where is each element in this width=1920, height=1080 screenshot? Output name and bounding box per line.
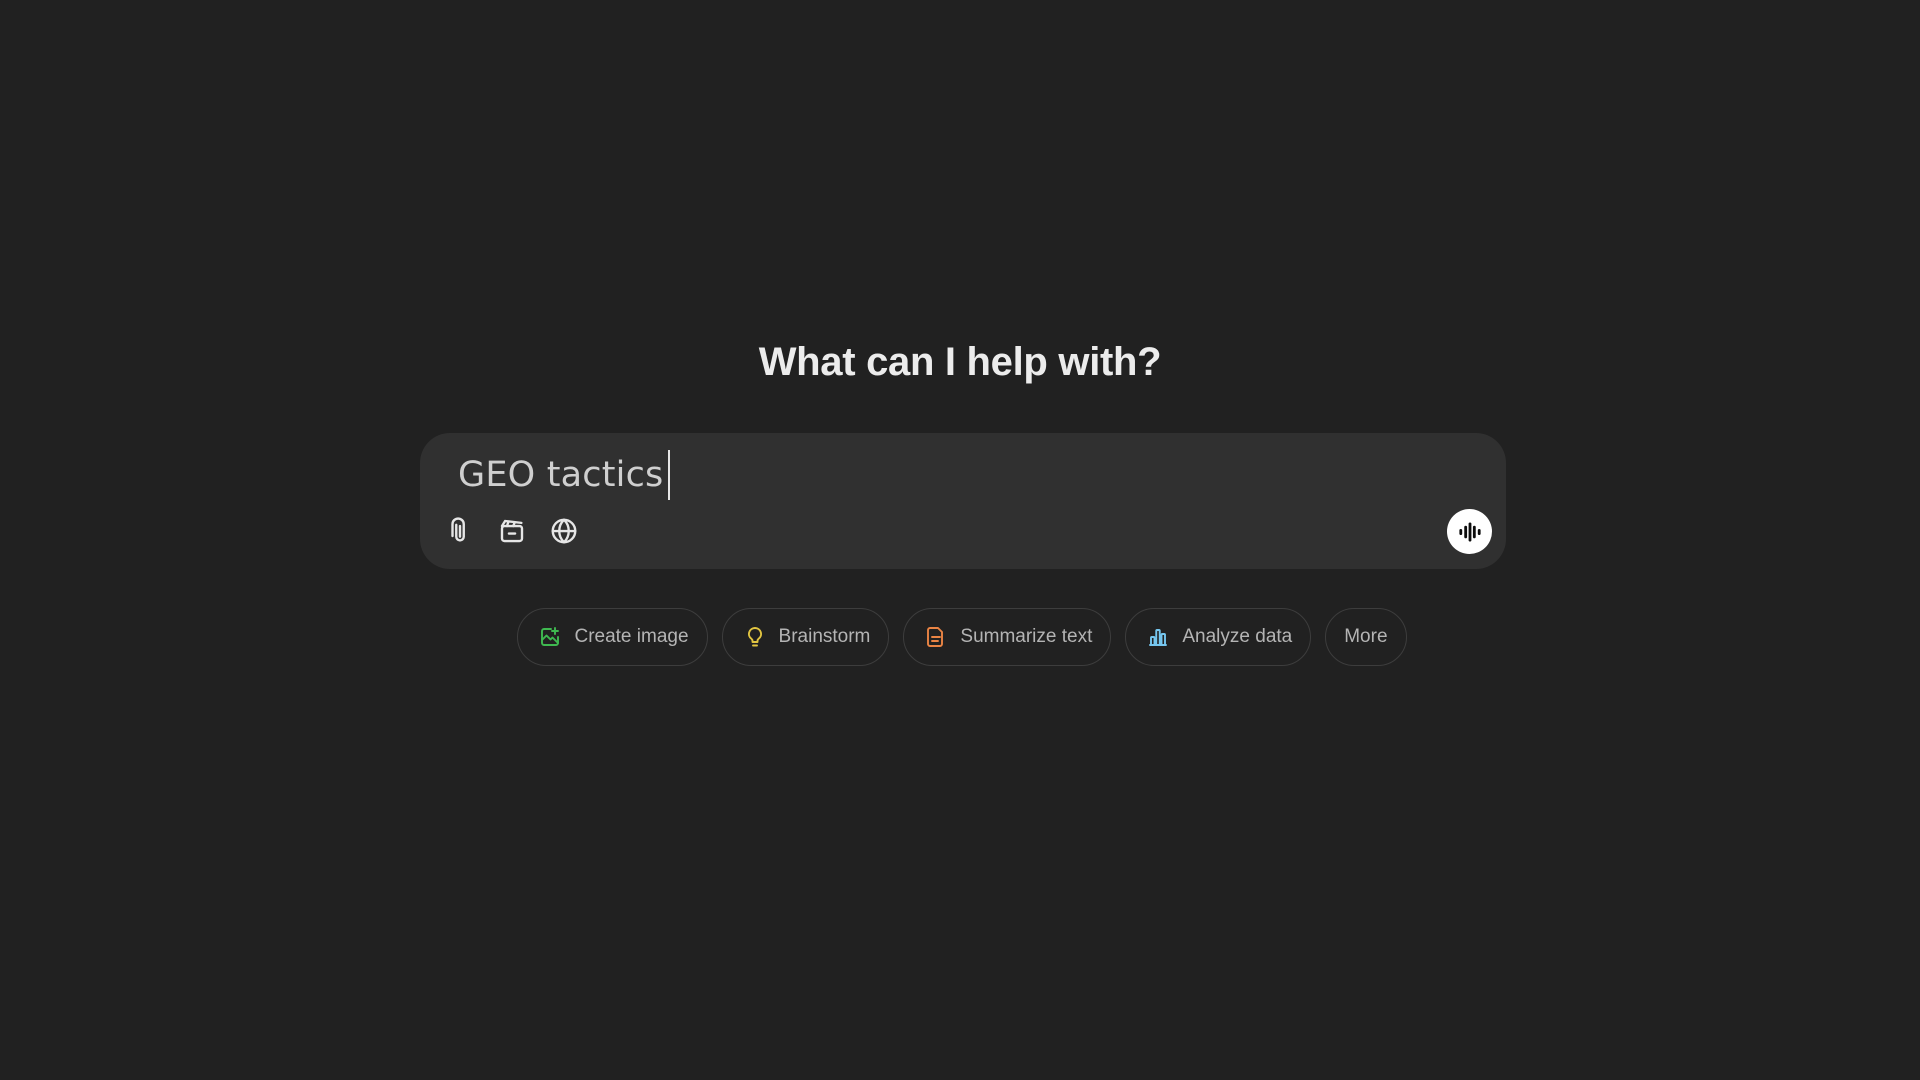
prompt-input[interactable]: GEO tactics: [458, 447, 671, 503]
chat-home-page: What can I help with? GEO tactics Create…: [0, 0, 1920, 1080]
summarize-text-label: Summarize text: [960, 626, 1093, 647]
composer-toolbar: [442, 513, 582, 549]
bar-chart-icon: [1149, 629, 1168, 646]
lightbulb-icon: [747, 627, 762, 647]
brainstorm-chip[interactable]: Brainstorm: [721, 608, 890, 666]
document-icon: [927, 627, 944, 647]
analyze-data-label: Analyze data: [1182, 626, 1293, 647]
summarize-text-chip[interactable]: Summarize text: [903, 608, 1112, 666]
tools-button[interactable]: [494, 513, 530, 549]
attach-button[interactable]: [442, 513, 478, 549]
voice-mode-button[interactable]: [1447, 509, 1492, 554]
toolbox-icon: [500, 519, 524, 543]
page-title: What can I help with?: [758, 340, 1162, 384]
create-image-chip[interactable]: Create image: [517, 608, 708, 666]
create-image-label: Create image: [574, 626, 689, 647]
analyze-data-chip[interactable]: Analyze data: [1125, 608, 1312, 666]
text-caret: [668, 450, 671, 500]
image-icon: [541, 627, 560, 646]
prompt-composer: GEO tactics: [420, 433, 1506, 569]
web-search-button[interactable]: [546, 513, 582, 549]
brainstorm-label: Brainstorm: [778, 626, 871, 647]
suggestion-chips: Create image Brainstorm Summarize text A…: [0, 608, 1920, 666]
more-label: More: [1344, 626, 1388, 647]
more-chip[interactable]: More: [1325, 608, 1407, 666]
prompt-input-text[interactable]: GEO tactics: [458, 455, 663, 495]
paperclip-icon: [451, 517, 465, 542]
voice-waveform-icon: [1458, 521, 1481, 542]
globe-icon: [551, 518, 577, 544]
